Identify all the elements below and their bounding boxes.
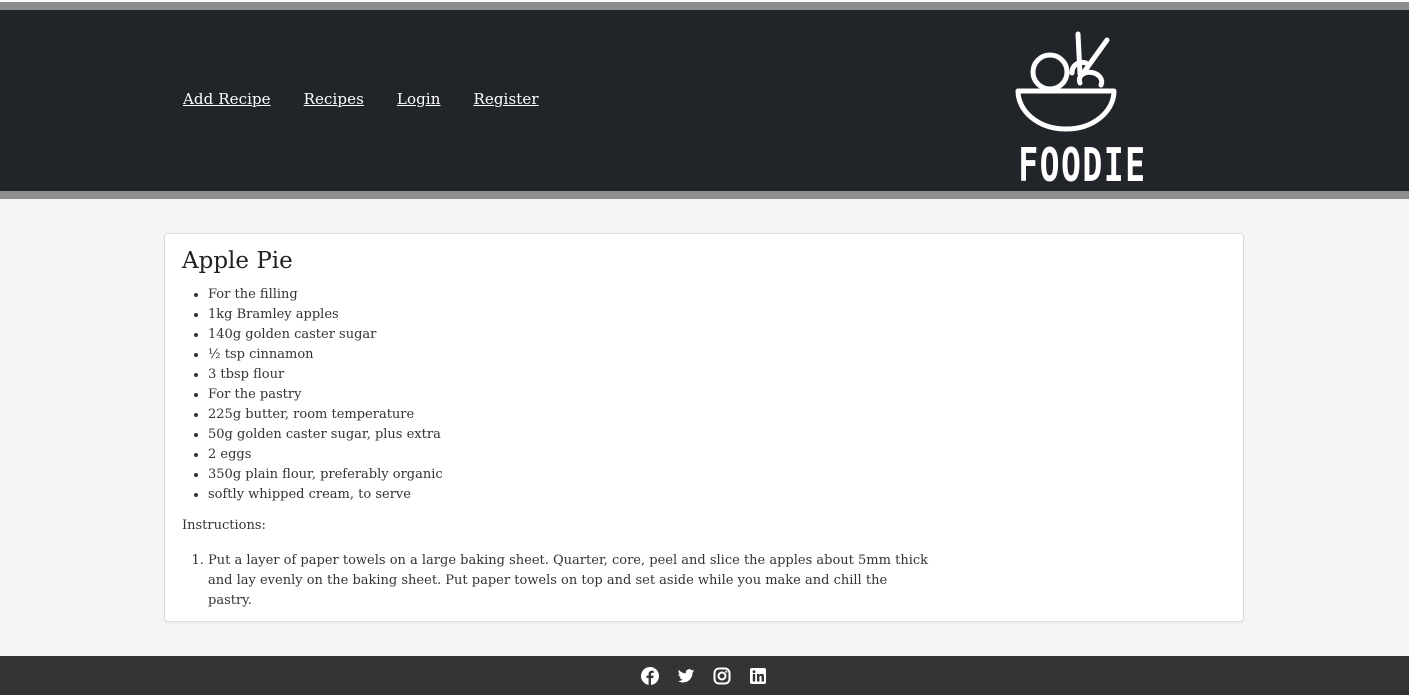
ingredient-item: 2 eggs	[208, 445, 443, 465]
ingredient-item: 50g golden caster sugar, plus extra	[208, 425, 443, 445]
nav-register-link[interactable]: Register	[473, 90, 538, 108]
nav-login-link[interactable]: Login	[397, 90, 441, 108]
ingredient-item: 225g butter, room temperature	[208, 405, 443, 425]
site-logo[interactable]: FOODIE	[1000, 28, 1147, 198]
main-content: Apple Pie For the filling 1kg Bramley ap…	[0, 199, 1409, 656]
ingredient-item: 1kg Bramley apples	[208, 305, 443, 325]
instruction-step: Put a layer of paper towels on a large b…	[208, 551, 928, 611]
logo-text: FOODIE	[1018, 138, 1147, 192]
ingredient-item: For the pastry	[208, 385, 443, 405]
site-footer	[0, 656, 1409, 695]
facebook-link[interactable]	[641, 667, 659, 685]
bowl-chopsticks-icon	[1015, 31, 1117, 132]
instructions-label: Instructions:	[182, 518, 266, 533]
twitter-link[interactable]	[677, 667, 695, 685]
recipe-title: Apple Pie	[182, 248, 293, 274]
instagram-icon	[713, 667, 731, 685]
recipe-card: Apple Pie For the filling 1kg Bramley ap…	[164, 233, 1244, 622]
instagram-link[interactable]	[713, 667, 731, 685]
twitter-icon	[677, 669, 695, 683]
bottom-stripe	[0, 191, 1409, 199]
ingredient-item: 140g golden caster sugar	[208, 325, 443, 345]
ingredient-item: For the filling	[208, 285, 443, 305]
linkedin-link[interactable]	[749, 667, 767, 685]
ingredients-list: For the filling 1kg Bramley apples 140g …	[182, 285, 443, 505]
ingredient-item: 350g plain flour, preferably organic	[208, 465, 443, 485]
top-stripe	[0, 0, 1409, 10]
social-links	[641, 667, 767, 685]
facebook-icon	[641, 667, 659, 685]
site-header: Add Recipe Recipes Login Register FOODIE	[0, 10, 1409, 191]
ingredient-item: softly whipped cream, to serve	[208, 485, 443, 505]
ingredient-item: ½ tsp cinnamon	[208, 345, 443, 365]
linkedin-icon	[750, 668, 766, 684]
nav-add-recipe-link[interactable]: Add Recipe	[183, 90, 271, 108]
ingredient-item: 3 tbsp flour	[208, 365, 443, 385]
instructions-list: Put a layer of paper towels on a large b…	[182, 551, 928, 611]
main-nav: Add Recipe Recipes Login Register	[183, 90, 539, 108]
nav-recipes-link[interactable]: Recipes	[304, 90, 364, 108]
